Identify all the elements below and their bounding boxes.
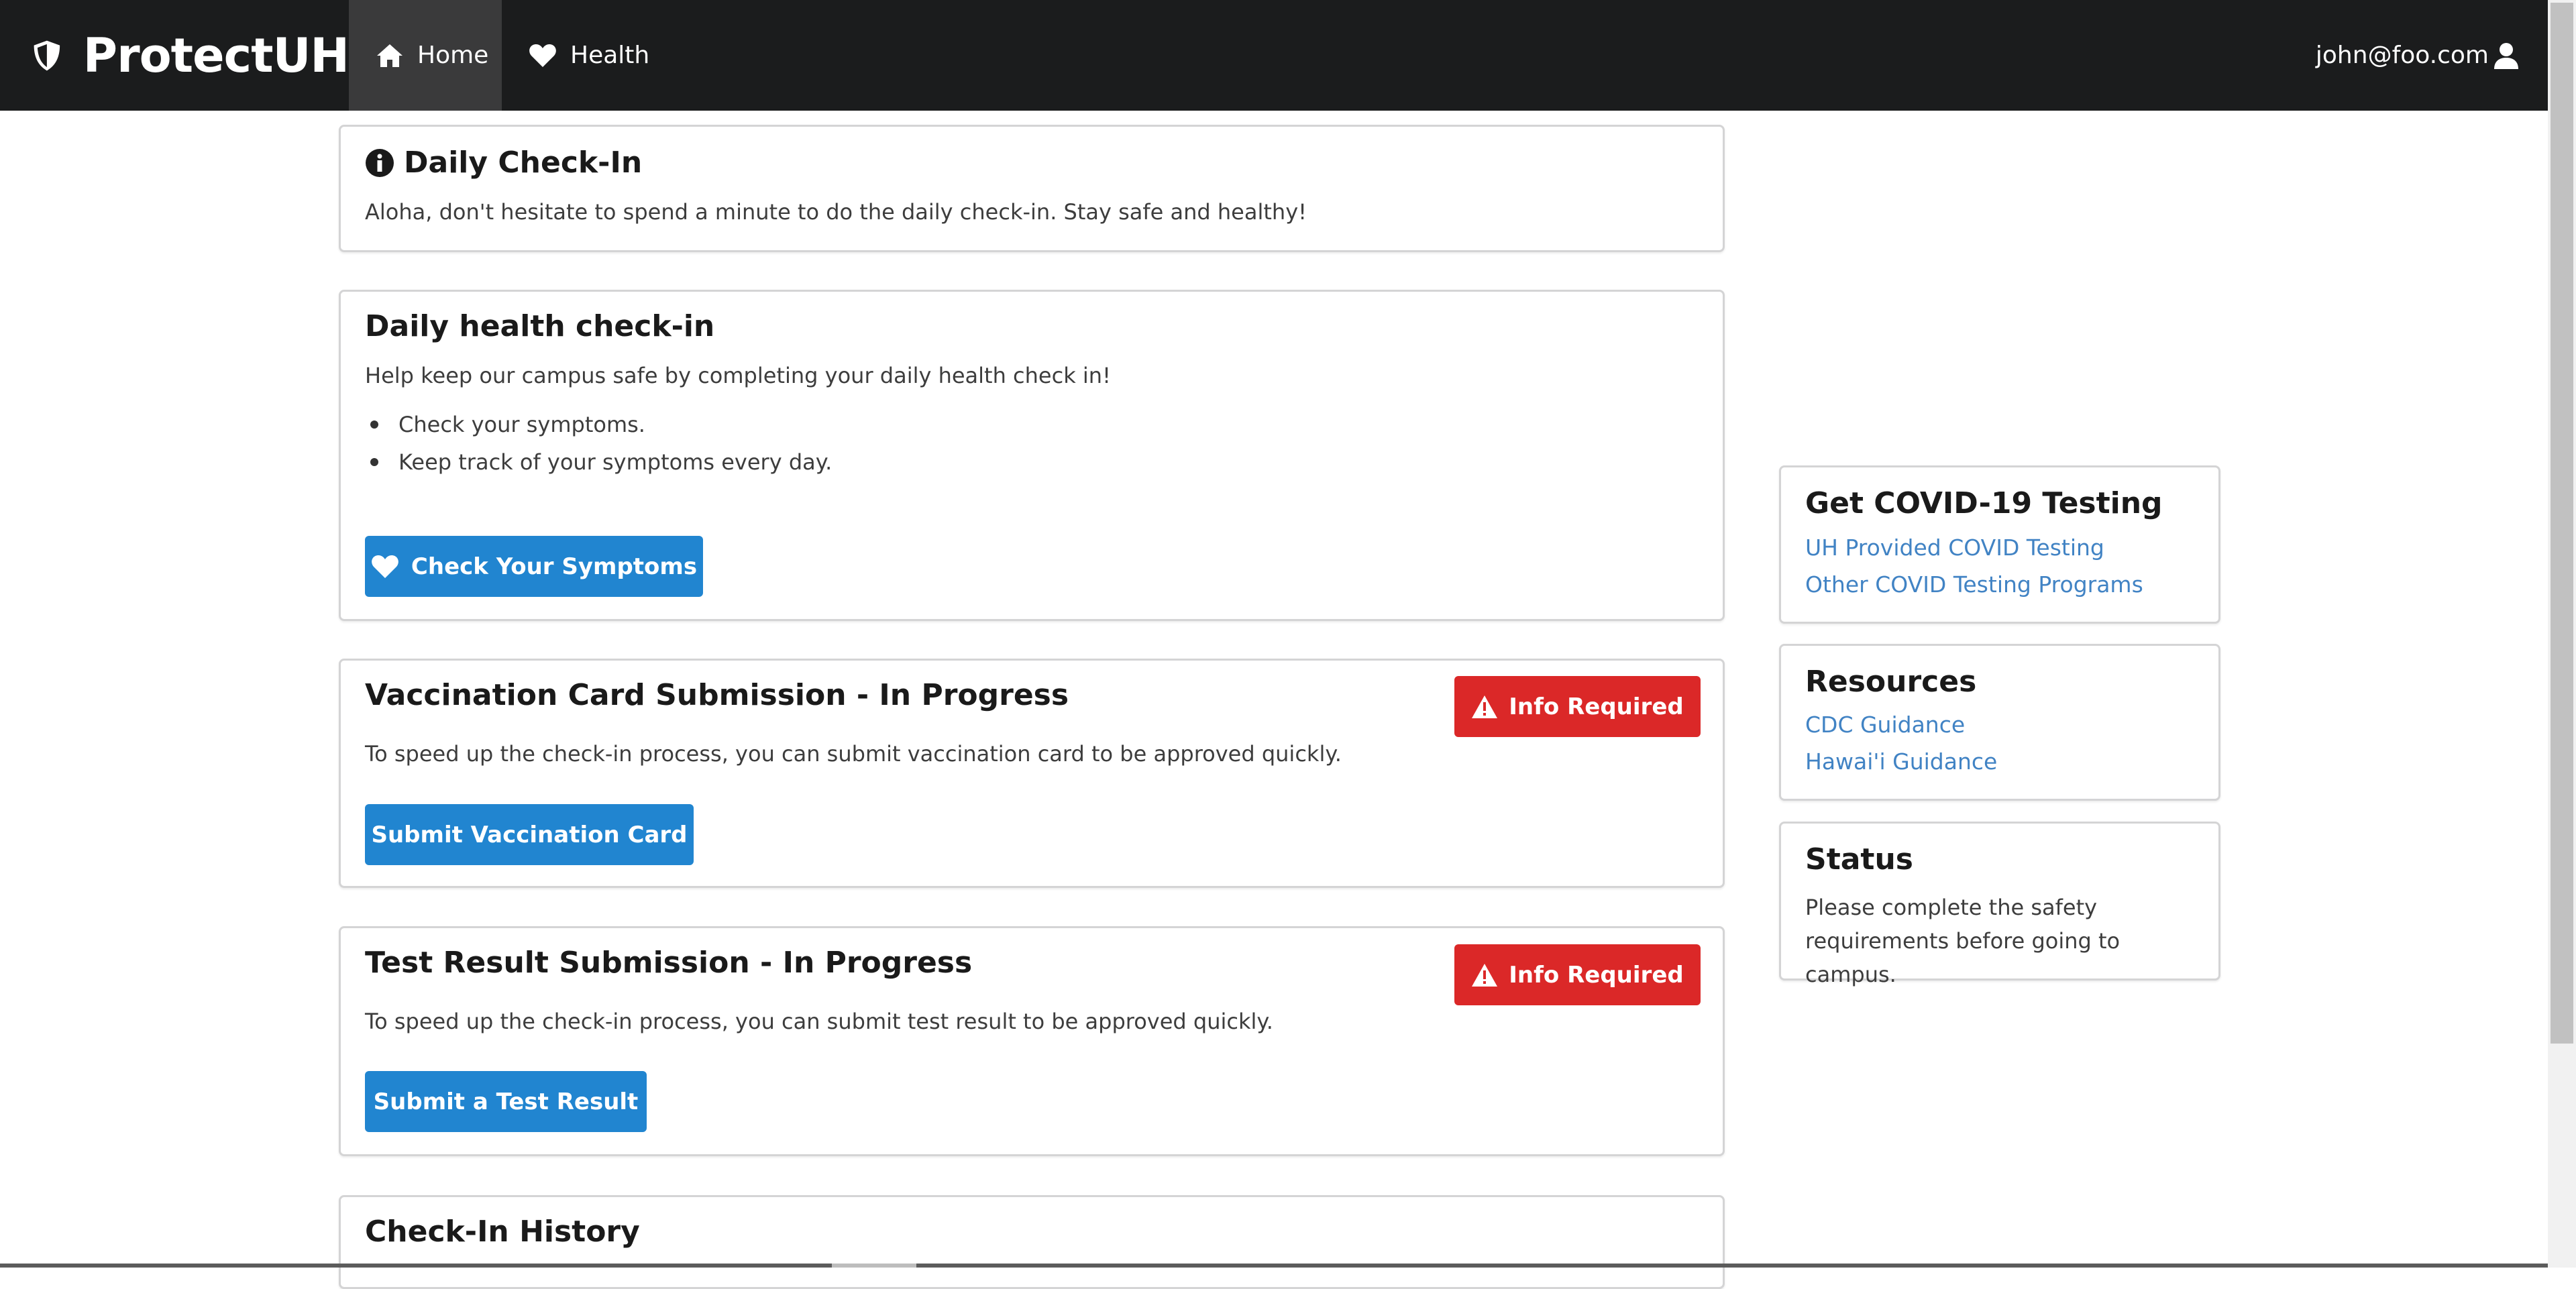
list-item: Check your symptoms. bbox=[365, 406, 832, 443]
test-result-status-badge: Info Required bbox=[1454, 944, 1701, 1005]
hawaii-guidance-link[interactable]: Hawai'i Guidance bbox=[1805, 748, 1997, 775]
test-result-title: Test Result Submission - In Progress bbox=[365, 946, 973, 980]
list-item: Keep track of your symptoms every day. bbox=[365, 443, 832, 481]
heart-icon bbox=[372, 555, 398, 578]
cdc-guidance-link[interactable]: CDC Guidance bbox=[1805, 712, 1965, 738]
vaccination-title: Vaccination Card Submission - In Progres… bbox=[365, 678, 1069, 712]
test-result-badge-label: Info Required bbox=[1509, 961, 1684, 989]
health-checkin-title: Daily health check-in bbox=[365, 309, 715, 343]
scrollbar-thumb[interactable] bbox=[2551, 3, 2573, 1044]
nav-health[interactable]: Health bbox=[502, 0, 676, 111]
health-checkin-bullets: Check your symptoms. Keep track of your … bbox=[365, 406, 832, 481]
daily-checkin-notice-card: Daily Check-In Aloha, don't hesitate to … bbox=[339, 125, 1725, 252]
uh-covid-testing-link[interactable]: UH Provided COVID Testing bbox=[1805, 535, 2104, 561]
vaccination-description: To speed up the check-in process, you ca… bbox=[365, 741, 1342, 767]
daily-checkin-notice-text: Aloha, don't hesitate to spend a minute … bbox=[365, 199, 1307, 225]
daily-checkin-notice-title: Daily Check-In bbox=[404, 146, 643, 180]
test-result-card: Test Result Submission - In Progress Inf… bbox=[339, 926, 1725, 1156]
nav-home[interactable]: Home bbox=[349, 0, 502, 111]
daily-checkin-notice-header: Daily Check-In bbox=[365, 146, 642, 180]
heart-icon bbox=[529, 44, 556, 67]
nav-home-label: Home bbox=[417, 42, 489, 69]
status-card: Status Please complete the safety requir… bbox=[1779, 822, 2220, 987]
status-title: Status bbox=[1805, 842, 1913, 877]
user-email: john@foo.com bbox=[2315, 42, 2489, 69]
top-navbar: ProtectUH Home Health john@foo.com bbox=[0, 0, 2548, 111]
covid-testing-card: Get COVID-19 Testing UH Provided COVID T… bbox=[1779, 465, 2220, 624]
health-checkin-card: Daily health check-in Help keep our camp… bbox=[339, 290, 1725, 621]
checkin-history-card: Check-In History bbox=[339, 1195, 1725, 1289]
other-covid-testing-link[interactable]: Other COVID Testing Programs bbox=[1805, 571, 2143, 598]
user-icon bbox=[2494, 42, 2518, 69]
warning-icon bbox=[1472, 695, 1498, 718]
covid-testing-title: Get COVID-19 Testing bbox=[1805, 486, 2163, 520]
info-circle-icon bbox=[366, 148, 394, 177]
submit-vaccination-card-label: Submit Vaccination Card bbox=[371, 821, 688, 848]
health-checkin-description: Help keep our campus safe by completing … bbox=[365, 363, 1111, 388]
brand-logo[interactable]: ProtectUH bbox=[0, 0, 350, 111]
submit-test-result-label: Submit a Test Result bbox=[373, 1088, 639, 1115]
nav-health-label: Health bbox=[570, 42, 650, 69]
warning-icon bbox=[1472, 963, 1498, 987]
check-symptoms-button[interactable]: Check Your Symptoms bbox=[365, 536, 703, 597]
vaccination-badge-label: Info Required bbox=[1509, 693, 1684, 720]
vaccination-card: Vaccination Card Submission - In Progres… bbox=[339, 659, 1725, 888]
home-icon bbox=[377, 44, 402, 67]
resources-title: Resources bbox=[1805, 665, 1977, 699]
shield-icon bbox=[34, 40, 60, 70]
user-menu[interactable]: john@foo.com bbox=[2316, 0, 2548, 111]
submit-test-result-button[interactable]: Submit a Test Result bbox=[365, 1071, 647, 1132]
horizontal-scroll-indicator[interactable] bbox=[832, 1264, 916, 1268]
vertical-scrollbar[interactable] bbox=[2548, 0, 2576, 1268]
vaccination-status-badge: Info Required bbox=[1454, 676, 1701, 737]
status-text: Please complete the safety requirements … bbox=[1805, 895, 2121, 987]
brand-name: ProtectUH bbox=[83, 27, 350, 83]
resources-card: Resources CDC Guidance Hawai'i Guidance bbox=[1779, 644, 2220, 801]
test-result-description: To speed up the check-in process, you ca… bbox=[365, 1009, 1273, 1034]
submit-vaccination-card-button[interactable]: Submit Vaccination Card bbox=[365, 804, 694, 865]
checkin-history-title: Check-In History bbox=[365, 1215, 640, 1249]
check-symptoms-label: Check Your Symptoms bbox=[411, 553, 698, 580]
window-bottom-edge bbox=[0, 1264, 2548, 1268]
